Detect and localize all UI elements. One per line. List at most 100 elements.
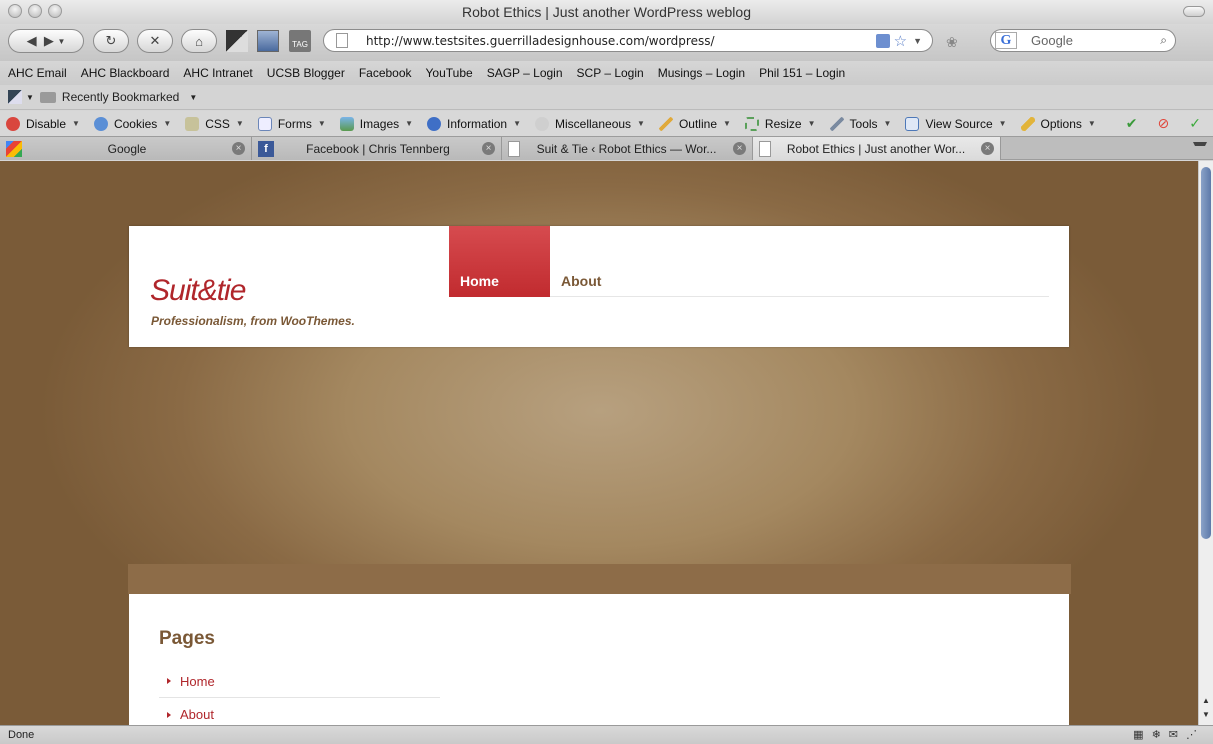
bookmark-item[interactable]: AHC Intranet [183, 66, 252, 80]
snowflake-icon[interactable]: ❄ [1152, 728, 1161, 741]
tab-suit-tie[interactable]: Suit & Tie ‹ Robot Ethics — Wor... × [502, 137, 753, 160]
nav-about-link[interactable]: About [561, 273, 601, 289]
tab-title: Google [107, 141, 147, 156]
page-viewport: Suit&tie Professionalism, from WooThemes… [0, 161, 1198, 725]
google-engine-icon[interactable]: G [995, 32, 1017, 49]
list-item: About [159, 698, 440, 725]
mail-icon[interactable]: ✉ [1169, 728, 1178, 741]
close-window-button[interactable] [8, 4, 22, 18]
dev-cookies-menu[interactable]: Cookies ▼ [93, 116, 172, 131]
tab-facebook[interactable]: f Facebook | Chris Tennberg × [252, 137, 502, 160]
url-text[interactable]: http://www.testsites.guerrilladesignhous… [366, 34, 876, 48]
dev-disable-menu[interactable]: Disable ▼ [6, 116, 80, 131]
nav-home-link[interactable]: Home [449, 226, 550, 297]
dev-information-menu[interactable]: Information ▼ [427, 116, 521, 131]
bookmark-item[interactable]: SAGP – Login [487, 66, 563, 80]
back-forward-button[interactable]: ◀ ▶ ▼ [8, 29, 84, 53]
forward-icon[interactable]: ▶ [44, 33, 54, 49]
scroll-down-icon[interactable]: ▼ [1201, 710, 1211, 721]
site-logo[interactable]: Suit&tie [150, 274, 246, 308]
chevron-down-icon: ▼ [163, 119, 172, 128]
dev-menu-label: Forms [277, 116, 312, 131]
bookmark-star-icon[interactable]: ☆ [894, 32, 907, 50]
bookmark-item[interactable]: Facebook [359, 66, 412, 80]
bookmark-item[interactable]: UCSB Blogger [267, 66, 345, 80]
close-tab-icon[interactable]: × [733, 142, 746, 155]
recently-bookmarked-button[interactable]: Recently Bookmarked [62, 90, 179, 104]
reload-button[interactable]: ↻ [93, 29, 129, 53]
chevron-down-icon: ▼ [807, 119, 816, 128]
dev-view-source-menu[interactable]: View Source ▼ [905, 116, 1007, 131]
bookmarks-menu-icon[interactable] [8, 90, 22, 104]
chevron-down-icon: ▼ [405, 119, 414, 128]
scroll-up-icon[interactable]: ▲ [1201, 696, 1211, 707]
bookmark-item[interactable]: AHC Blackboard [81, 66, 170, 80]
vertical-scrollbar[interactable]: ▲ ▼ [1198, 161, 1213, 725]
bullet-arrow-icon [167, 678, 171, 684]
page-link-home[interactable]: Home [180, 674, 215, 689]
tag-icon[interactable]: TAG [289, 30, 311, 52]
css-valid-check-icon[interactable]: ✔ [1126, 115, 1138, 132]
js-error-icon[interactable]: ⊘ [1158, 115, 1170, 132]
url-dropdown-icon[interactable]: ▼ [913, 36, 922, 46]
bookmark-item[interactable]: Musings – Login [658, 66, 745, 80]
page-icon [336, 33, 348, 48]
bookmark-item[interactable]: SCP – Login [577, 66, 644, 80]
bookmark-item[interactable]: AHC Email [8, 66, 67, 80]
information-icon [427, 116, 442, 131]
page-favicon-icon [508, 140, 520, 157]
grid-status-icon[interactable]: ▦ [1133, 728, 1143, 741]
dev-resize-menu[interactable]: Resize ▼ [744, 116, 816, 131]
page-link-about[interactable]: About [180, 707, 214, 722]
minimize-window-button[interactable] [28, 4, 42, 18]
zoom-window-button[interactable] [48, 4, 62, 18]
site-header: Suit&tie Professionalism, from WooThemes… [129, 226, 1069, 347]
dev-images-menu[interactable]: Images ▼ [339, 116, 414, 131]
history-dropdown-icon[interactable]: ▼ [57, 37, 65, 46]
dev-menu-label: Cookies [113, 116, 158, 131]
grid-addon-icon[interactable] [226, 30, 248, 52]
miscellaneous-icon [535, 116, 549, 131]
url-bar[interactable]: http://www.testsites.guerrilladesignhous… [323, 29, 933, 52]
dev-outline-menu[interactable]: Outline ▼ [658, 116, 731, 131]
html-valid-icon[interactable]: ✓ [1189, 115, 1201, 132]
dev-css-menu[interactable]: CSS ▼ [185, 116, 244, 131]
chevron-down-icon[interactable]: ▼ [189, 93, 197, 102]
close-tab-icon[interactable]: × [482, 142, 495, 155]
bookmark-item[interactable]: YouTube [426, 66, 473, 80]
search-icon[interactable]: ⌕ [1160, 33, 1167, 48]
scrollbar-thumb[interactable] [1201, 167, 1211, 539]
recent-bookmarks-bar: ▼ Recently Bookmarked ▼ [0, 85, 1213, 110]
close-tab-icon[interactable]: × [981, 142, 994, 155]
dev-forms-menu[interactable]: Forms ▼ [257, 116, 326, 131]
rss-icon[interactable] [875, 33, 890, 48]
bookmark-item[interactable]: Phil 151 – Login [759, 66, 845, 80]
key-icon [1020, 116, 1035, 131]
dev-options-menu[interactable]: Options ▼ [1020, 116, 1096, 131]
search-bar[interactable]: G Google ⌕ [990, 29, 1176, 52]
addon-icon[interactable] [257, 30, 279, 52]
close-tab-icon[interactable]: × [232, 142, 245, 155]
title-bar: Robot Ethics | Just another WordPress we… [0, 0, 1213, 24]
reload-icon: ↻ [105, 33, 117, 48]
tab-list-icon[interactable] [1193, 142, 1207, 154]
dev-status-icons: ✔ ⊘ ✓ [1126, 111, 1201, 136]
resize-grip-icon[interactable]: ⋰ [1186, 728, 1197, 741]
search-input[interactable]: Google [1031, 33, 1160, 48]
dev-tools-menu[interactable]: Tools ▼ [829, 116, 891, 131]
stop-button[interactable]: ✕ [137, 29, 173, 53]
bookmarks-menu-dropdown-icon[interactable]: ▼ [26, 93, 34, 102]
tab-robot-ethics[interactable]: Robot Ethics | Just another Wor... × [753, 137, 1001, 160]
dev-miscellaneous-menu[interactable]: Miscellaneous ▼ [535, 116, 645, 131]
home-button[interactable]: ⌂ [181, 29, 217, 53]
back-icon[interactable]: ◀ [27, 33, 37, 49]
tab-title: Robot Ethics | Just another Wor... [786, 141, 966, 156]
dev-menu-label: Disable [26, 116, 67, 131]
toolbar-toggle-button[interactable] [1183, 6, 1205, 17]
tab-google[interactable]: Google × [0, 137, 252, 160]
addon-cluster-icon[interactable]: ❀ [946, 34, 958, 51]
chevron-down-icon: ▼ [317, 119, 326, 128]
chevron-down-icon: ▼ [72, 119, 80, 128]
chevron-down-icon: ▼ [637, 119, 645, 128]
dev-menu-label: Resize [764, 116, 802, 131]
